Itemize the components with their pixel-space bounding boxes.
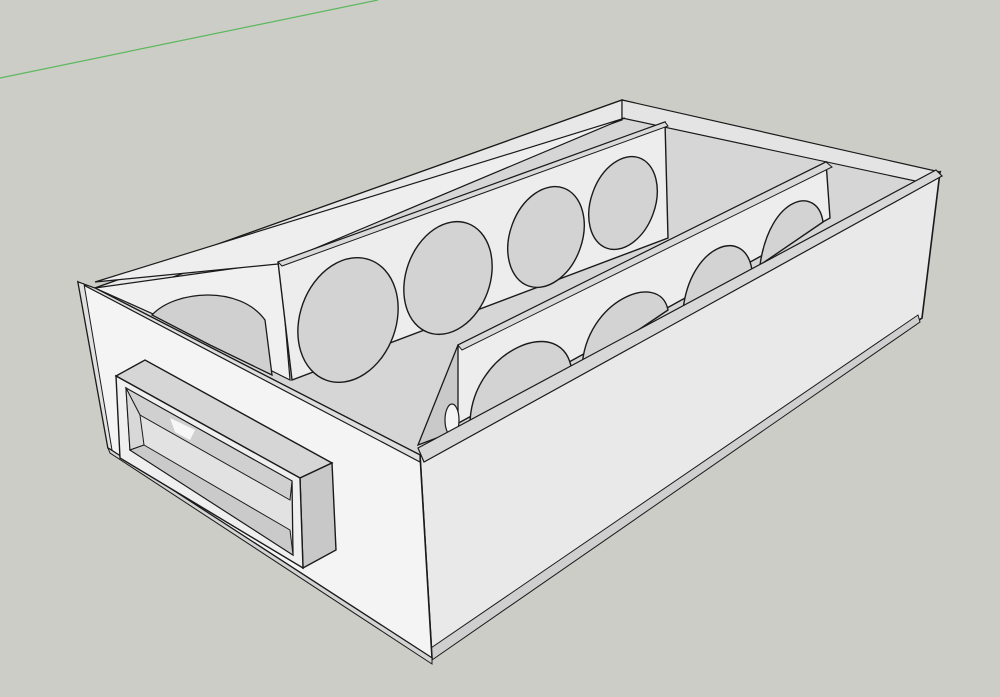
modeling-viewport[interactable] bbox=[0, 0, 1000, 697]
green-axis-line bbox=[0, 0, 379, 79]
port-side-face bbox=[299, 461, 337, 570]
scene-canvas[interactable] bbox=[0, 0, 1000, 697]
